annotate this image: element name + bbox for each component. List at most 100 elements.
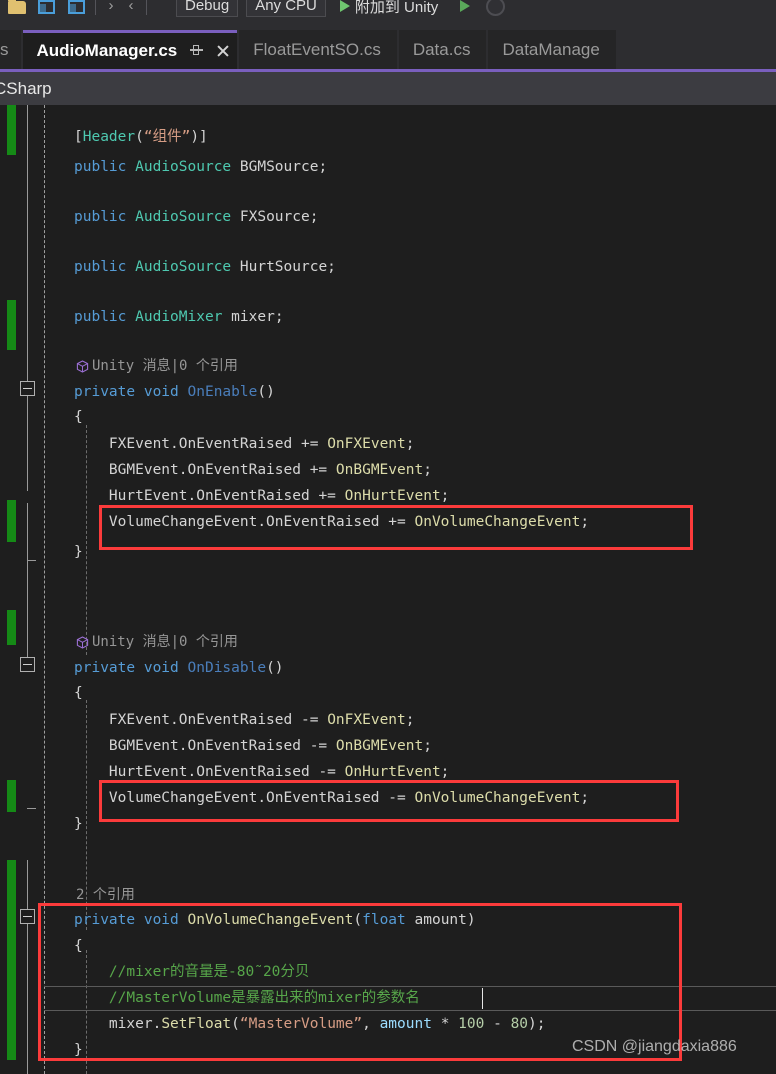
pin-icon[interactable] [187, 42, 205, 60]
code-token: HurtSource; [231, 259, 336, 275]
ondisable-highlight [99, 780, 679, 822]
tab-label: DataManage [502, 39, 600, 59]
code-line: } [74, 812, 83, 837]
breadcrumb-project[interactable]: CSharp [0, 79, 52, 99]
code-token: ( [135, 129, 144, 145]
close-icon[interactable] [215, 43, 231, 59]
toolbar-divider-2 [146, 0, 147, 15]
tab-partial-left[interactable]: s [0, 30, 21, 69]
codelens-label[interactable]: Unity 消息|0 个引用 [92, 631, 238, 653]
code-token: void [143, 384, 179, 400]
code-line: public AudioSource FXSource; [74, 205, 318, 230]
play-icon [339, 0, 350, 12]
editor-tab-bar: s AudioManager.cs FloatEventSO.cs Data.c… [0, 30, 776, 72]
code-token: AudioSource [135, 209, 232, 225]
secondary-play-icon[interactable] [460, 0, 471, 12]
window-icon[interactable] [34, 0, 60, 18]
codelens-label[interactable]: Unity 消息|0 个引用 [92, 355, 238, 377]
code-line: [Header(“组件”)] [74, 125, 208, 150]
csdn-watermark: CSDN @jiangdaxia886 [572, 1038, 737, 1055]
code-token: OnHurtEvent [344, 488, 441, 504]
code-token: OnBGMEvent [335, 738, 424, 754]
code-line: } [74, 540, 83, 565]
code-token: FXEvent.OnEventRaised [74, 436, 301, 452]
code-token: } [74, 544, 83, 560]
tab-data[interactable]: Data.cs [398, 30, 487, 69]
attach-to-unity-label: 附加到 Unity [354, 0, 439, 16]
codelens-row[interactable]: Unity 消息|0 个引用 [76, 631, 238, 653]
build-configuration-dropdown[interactable]: Debug [176, 0, 239, 17]
window-split-icon[interactable] [64, 0, 90, 18]
code-token: += [318, 488, 336, 504]
attach-to-unity-button[interactable]: 附加到 Unity [339, 0, 439, 17]
visual-studio-editor-window: › ‹ Debug Any CPU 附加到 Unity s AudioManag… [0, 0, 776, 1074]
code-line: { [74, 681, 83, 706]
code-token: ; [440, 488, 450, 504]
code-token: mixer; [222, 309, 284, 325]
code-token: OnEnable [187, 384, 258, 400]
code-token: FXSource; [231, 209, 319, 225]
code-line: BGMEvent.OnEventRaised += OnBGMEvent; [74, 458, 432, 483]
code-token: HurtEvent.OnEventRaised [74, 488, 319, 504]
code-line: public AudioMixer mixer; [74, 305, 284, 330]
tab-label: FloatEventSO.cs [253, 39, 381, 59]
code-token: void [143, 660, 179, 676]
code-token: “组件” [143, 129, 191, 145]
code-line: { [74, 405, 83, 430]
code-line: FXEvent.OnEventRaised -= OnFXEvent; [74, 708, 415, 733]
code-token: [ [74, 129, 83, 145]
tab-floateventso[interactable]: FloatEventSO.cs [239, 30, 397, 69]
code-token: private [74, 660, 136, 676]
code-token: AudioSource [135, 159, 232, 175]
code-editor[interactable]: [Header(“组件”)] public AudioSource BGMSour… [0, 105, 776, 1074]
code-token: AudioSource [135, 259, 232, 275]
code-token: () [257, 384, 275, 400]
codelens-row[interactable]: Unity 消息|0 个引用 [76, 355, 238, 377]
toolbar-divider [95, 0, 96, 15]
tab-label-active: AudioManager.cs [36, 41, 178, 60]
code-token: OnFXEvent [327, 712, 406, 728]
code-token: { [74, 409, 83, 425]
forward-arrow-icon[interactable]: › [101, 0, 121, 18]
code-token: public [74, 159, 127, 175]
tab-datamanager[interactable]: DataManage [488, 30, 616, 69]
code-token: } [74, 816, 83, 832]
open-folder-icon[interactable] [4, 0, 30, 18]
code-line: BGMEvent.OnEventRaised -= OnBGMEvent; [74, 734, 432, 759]
code-token: ; [405, 712, 415, 728]
tab-label: s [0, 39, 9, 59]
code-token: public [74, 259, 127, 275]
build-platform-dropdown[interactable]: Any CPU [246, 0, 326, 17]
code-token: )] [190, 129, 208, 145]
code-token: OnHurtEvent [344, 764, 441, 780]
code-token: private [74, 384, 136, 400]
main-toolbar: › ‹ Debug Any CPU 附加到 Unity [0, 0, 776, 30]
hot-reload-icon[interactable] [486, 0, 506, 16]
code-token: BGMEvent.OnEventRaised [74, 738, 310, 754]
back-arrow-icon[interactable]: ‹ [121, 0, 141, 18]
code-token: public [74, 309, 127, 325]
code-token: OnBGMEvent [335, 462, 424, 478]
code-line: FXEvent.OnEventRaised += OnFXEvent; [74, 432, 415, 457]
code-token: ; [405, 436, 415, 452]
code-token: public [74, 209, 127, 225]
tab-audiomanager[interactable]: AudioManager.cs [22, 30, 238, 69]
onenable-highlight [99, 505, 693, 550]
tab-label: Data.cs [412, 39, 471, 59]
code-token: -= [318, 764, 336, 780]
code-token: BGMEvent.OnEventRaised [74, 462, 310, 478]
code-token: -= [300, 712, 319, 728]
code-line: public AudioSource BGMSource; [74, 155, 327, 180]
code-token: += [309, 462, 328, 478]
code-token: -= [309, 738, 328, 754]
